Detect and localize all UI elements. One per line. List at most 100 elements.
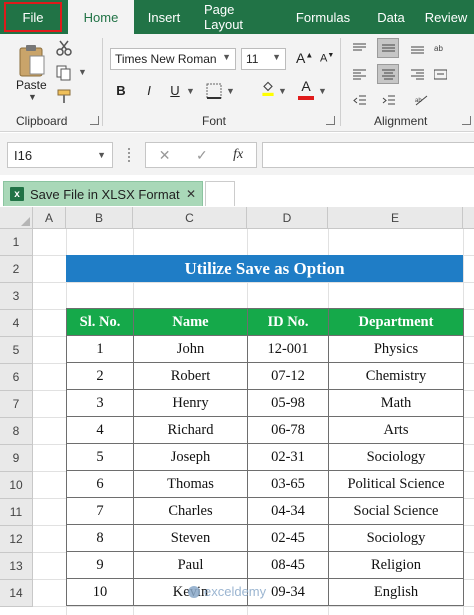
name-cell[interactable]: Thomas [133,470,248,498]
name-cell[interactable]: Charles [133,497,248,525]
font-launcher-icon[interactable] [326,116,335,125]
insert-function-icon[interactable]: fx [233,147,243,163]
paste-button[interactable]: Paste [16,78,47,92]
italic-button[interactable]: I [140,80,158,100]
row-header[interactable]: 5 [0,337,33,364]
align-left-button[interactable] [348,64,370,84]
increase-indent-icon[interactable] [377,90,399,110]
name-cell[interactable]: Joseph [133,443,248,471]
confirm-entry-icon[interactable]: ✓ [196,147,208,164]
id-no-cell[interactable]: 04-34 [247,497,329,525]
name-cell[interactable]: Steven [133,524,248,552]
decrease-indent-icon[interactable] [348,90,370,110]
fill-color-icon[interactable] [260,80,276,96]
id-no-cell[interactable]: 02-31 [247,443,329,471]
department-cell[interactable]: Social Science [328,497,464,525]
name-cell[interactable]: Henry [133,389,248,417]
workbook-tab[interactable]: x Save File in XLSX Format ✕ [3,181,203,206]
borders-icon[interactable] [206,83,222,99]
tab-insert[interactable]: Insert [134,0,194,34]
paste-dropdown-icon[interactable]: ▼ [28,92,37,102]
id-no-cell[interactable]: 02-45 [247,524,329,552]
grow-font-icon[interactable]: A▲ [296,50,313,66]
sl-no-cell[interactable]: 5 [66,443,134,471]
font-size-select[interactable]: 11 ▼ [241,48,286,70]
cut-icon[interactable] [56,40,72,56]
sl-no-cell[interactable]: 10 [66,578,134,606]
header-sl-no[interactable]: Sl. No. [66,308,134,336]
column-header-e[interactable]: E [328,207,463,229]
row-header[interactable]: 10 [0,472,33,499]
column-header-a[interactable]: A [33,207,66,229]
department-cell[interactable]: Arts [328,416,464,444]
wrap-text-icon[interactable]: ab [429,38,451,58]
row-header[interactable]: 14 [0,580,33,607]
department-cell[interactable]: Religion [328,551,464,579]
tab-file[interactable]: File [4,2,62,32]
cancel-entry-icon[interactable]: ✕ [159,147,171,164]
name-cell[interactable]: Paul [133,551,248,579]
column-header-f[interactable] [463,207,474,229]
header-name[interactable]: Name [133,308,248,336]
merge-center-icon[interactable] [429,64,451,84]
tab-review[interactable]: Review [418,0,474,34]
header-id-no[interactable]: ID No. [247,308,329,336]
tab-formulas[interactable]: Formulas [282,0,364,34]
formula-bar-splitter[interactable] [128,148,131,162]
copy-dropdown-icon[interactable]: ▼ [78,67,87,77]
underline-button[interactable]: U [166,80,184,100]
align-right-button[interactable] [406,64,428,84]
department-cell[interactable]: Political Science [328,470,464,498]
row-header[interactable]: 12 [0,526,33,553]
row-header[interactable]: 11 [0,499,33,526]
id-no-cell[interactable]: 05-98 [247,389,329,417]
bold-button[interactable]: B [112,80,130,100]
new-tab-button[interactable] [205,181,235,206]
tab-page-layout[interactable]: Page Layout [194,0,282,34]
id-no-cell[interactable]: 06-78 [247,416,329,444]
department-cell[interactable]: Physics [328,335,464,363]
department-cell[interactable]: Math [328,389,464,417]
sheet-title[interactable]: Utilize Save as Option [66,255,463,282]
shrink-font-icon[interactable]: A▼ [320,52,334,65]
font-name-select[interactable]: Times New Roman ▼ [110,48,236,70]
row-header[interactable]: 6 [0,364,33,391]
name-cell[interactable]: John [133,335,248,363]
row-header[interactable]: 8 [0,418,33,445]
alignment-launcher-icon[interactable] [462,116,471,125]
sl-no-cell[interactable]: 9 [66,551,134,579]
sl-no-cell[interactable]: 2 [66,362,134,390]
format-painter-icon[interactable] [56,88,72,104]
middle-align-button[interactable] [377,38,399,58]
id-no-cell[interactable]: 07-12 [247,362,329,390]
formula-input[interactable] [262,142,474,168]
sl-no-cell[interactable]: 7 [66,497,134,525]
tab-home[interactable]: Home [68,0,134,34]
orientation-icon[interactable]: ab [410,90,432,110]
underline-dropdown-icon[interactable]: ▼ [186,86,195,96]
department-cell[interactable]: Sociology [328,524,464,552]
row-header[interactable]: 2 [0,256,33,283]
clipboard-launcher-icon[interactable] [90,116,99,125]
tab-data[interactable]: Data [364,0,418,34]
sl-no-cell[interactable]: 3 [66,389,134,417]
id-no-cell[interactable]: 08-45 [247,551,329,579]
id-no-cell[interactable]: 12-001 [247,335,329,363]
borders-dropdown-icon[interactable]: ▼ [226,86,235,96]
paste-icon[interactable] [18,44,46,78]
align-center-button[interactable] [377,64,399,84]
copy-icon[interactable] [56,65,72,81]
fill-color-dropdown-icon[interactable]: ▼ [278,86,287,96]
name-cell[interactable]: Richard [133,416,248,444]
font-color-dropdown-icon[interactable]: ▼ [318,86,327,96]
department-cell[interactable]: Sociology [328,443,464,471]
sl-no-cell[interactable]: 1 [66,335,134,363]
sl-no-cell[interactable]: 4 [66,416,134,444]
sl-no-cell[interactable]: 6 [66,470,134,498]
department-cell[interactable]: English [328,578,464,606]
row-header[interactable]: 13 [0,553,33,580]
row-header[interactable]: 3 [0,283,33,310]
font-color-icon[interactable]: A [298,78,314,100]
column-header-b[interactable]: B [66,207,133,229]
column-header-c[interactable]: C [133,207,247,229]
